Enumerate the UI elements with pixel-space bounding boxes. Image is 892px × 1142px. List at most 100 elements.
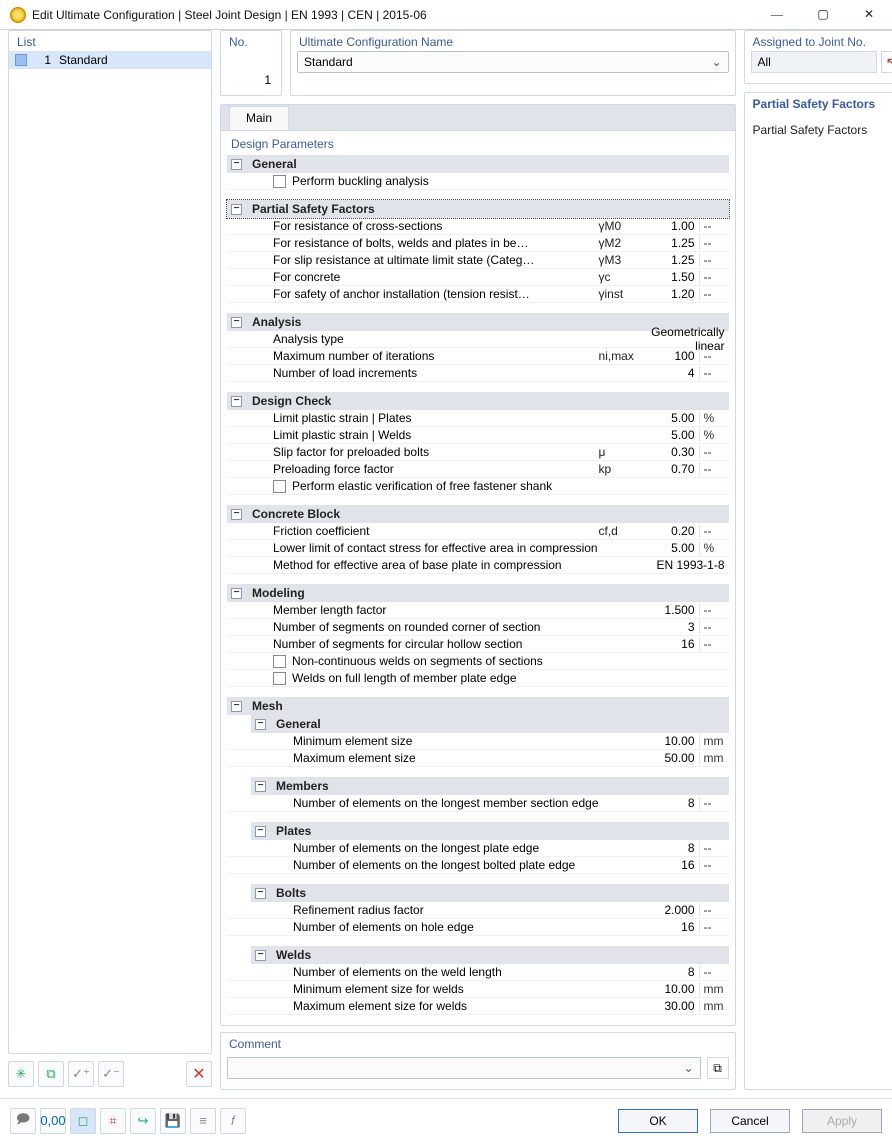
row-fulllength-welds[interactable]: Welds on full length of member plate edg…: [227, 670, 729, 687]
units-button[interactable]: 0,00: [40, 1108, 66, 1134]
subgroup-mesh-members[interactable]: −Members: [251, 777, 729, 795]
tool-4-button[interactable]: ⌗: [100, 1108, 126, 1134]
minimize-button[interactable]: —: [754, 0, 800, 29]
param-row[interactable]: Number of elements on the weld length8--: [227, 964, 729, 981]
param-row[interactable]: Number of segments on rounded corner of …: [227, 619, 729, 636]
param-row[interactable]: Number of elements on the longest plate …: [227, 840, 729, 857]
chevron-down-icon: ⌄: [711, 55, 721, 69]
assigned-input[interactable]: All: [751, 51, 877, 73]
tool-5-button[interactable]: ↪: [130, 1108, 156, 1134]
checkbox[interactable]: [273, 175, 286, 188]
bottom-bar: 🗩 0,00 ◻ ⌗ ↪ 💾 ≡ 𝑓 OK Cancel Apply: [0, 1098, 892, 1142]
group-safety-factors[interactable]: −Partial Safety Factors: [227, 200, 729, 218]
param-row[interactable]: Number of elements on the longest member…: [227, 795, 729, 812]
subgroup-mesh-bolts[interactable]: −Bolts: [251, 884, 729, 902]
collapse-icon[interactable]: −: [255, 950, 266, 961]
param-row[interactable]: Member length factor1.500--: [227, 602, 729, 619]
checkbox[interactable]: [273, 655, 286, 668]
list-item-name: Standard: [59, 53, 108, 67]
param-row[interactable]: Analysis typeGeometrically linear: [227, 331, 729, 348]
cancel-button[interactable]: Cancel: [710, 1109, 790, 1133]
name-panel: Ultimate Configuration Name Standard ⌄: [290, 30, 736, 96]
title-bar: Edit Ultimate Configuration | Steel Join…: [0, 0, 892, 30]
apply-button[interactable]: Apply: [802, 1109, 882, 1133]
name-combo[interactable]: Standard ⌄: [297, 51, 729, 73]
param-row[interactable]: Refinement radius factor2.000--: [227, 902, 729, 919]
param-row[interactable]: Friction coefficientcf,d0.20--: [227, 523, 729, 540]
collapse-icon[interactable]: −: [231, 701, 242, 712]
param-row[interactable]: Method for effective area of base plate …: [227, 557, 729, 574]
list-color-icon: [15, 54, 27, 66]
comment-combo[interactable]: ⌄: [227, 1057, 701, 1079]
param-row[interactable]: Maximum element size50.00mm: [227, 750, 729, 767]
param-row[interactable]: For concreteγc1.50--: [227, 269, 729, 286]
row-elastic-check[interactable]: Perform elastic verification of free fas…: [227, 478, 729, 495]
ok-button[interactable]: OK: [618, 1109, 698, 1133]
collapse-icon[interactable]: −: [255, 888, 266, 899]
group-designcheck[interactable]: −Design Check: [227, 392, 729, 410]
collapse-icon[interactable]: −: [231, 204, 242, 215]
group-modeling[interactable]: −Modeling: [227, 584, 729, 602]
collapse-icon[interactable]: −: [231, 159, 242, 170]
subgroup-mesh-general[interactable]: −General: [251, 715, 729, 733]
param-row[interactable]: Number of segments for circular hollow s…: [227, 636, 729, 653]
param-row[interactable]: Lower limit of contact stress for effect…: [227, 540, 729, 557]
param-row[interactable]: Preloading force factorkp0.70--: [227, 461, 729, 478]
tool-6-button[interactable]: 💾: [160, 1108, 186, 1134]
delete-item-button[interactable]: ✕: [186, 1061, 212, 1087]
param-row[interactable]: For slip resistance at ultimate limit st…: [227, 252, 729, 269]
check-in-button[interactable]: ✓⁺: [68, 1061, 94, 1087]
collapse-icon[interactable]: −: [231, 396, 242, 407]
tab-bar: Main: [221, 105, 735, 131]
collapse-icon[interactable]: −: [231, 509, 242, 520]
number-panel: No. 1: [220, 30, 282, 96]
tool-8-button[interactable]: 𝑓: [220, 1108, 246, 1134]
list-item[interactable]: 1 Standard: [9, 51, 211, 69]
tab-main[interactable]: Main: [229, 106, 289, 130]
comment-copy-button[interactable]: ⧉: [707, 1057, 729, 1079]
tool-1-button[interactable]: 🗩: [10, 1108, 36, 1134]
check-out-button[interactable]: ✓⁻: [98, 1061, 124, 1087]
collapse-icon[interactable]: −: [231, 588, 242, 599]
checkbox[interactable]: [273, 672, 286, 685]
list-item-index: 1: [35, 53, 51, 67]
param-row[interactable]: Limit plastic strain | Welds5.00%: [227, 427, 729, 444]
group-concrete[interactable]: −Concrete Block: [227, 505, 729, 523]
copy-item-button[interactable]: ⧉: [38, 1061, 64, 1087]
param-row[interactable]: Maximum element size for welds30.00mm: [227, 998, 729, 1015]
tool-7-button[interactable]: ≡: [190, 1108, 216, 1134]
collapse-icon[interactable]: −: [255, 719, 266, 730]
number-label: No.: [221, 31, 281, 51]
checkbox[interactable]: [273, 480, 286, 493]
param-row[interactable]: Slip factor for preloaded boltsμ0.30--: [227, 444, 729, 461]
param-row[interactable]: Number of elements on hole edge16--: [227, 919, 729, 936]
subgroup-mesh-welds[interactable]: −Welds: [251, 946, 729, 964]
param-row[interactable]: For safety of anchor installation (tensi…: [227, 286, 729, 303]
number-value[interactable]: 1: [227, 71, 275, 89]
pick-joint-button[interactable]: ↖: [881, 51, 892, 73]
tool-3-button[interactable]: ◻: [70, 1108, 96, 1134]
param-row[interactable]: For resistance of cross-sectionsγM01.00-…: [227, 218, 729, 235]
group-mesh[interactable]: −Mesh: [227, 697, 729, 715]
subgroup-mesh-plates[interactable]: −Plates: [251, 822, 729, 840]
collapse-icon[interactable]: −: [255, 826, 266, 837]
close-button[interactable]: ✕: [846, 0, 892, 29]
param-row[interactable]: For resistance of bolts, welds and plate…: [227, 235, 729, 252]
param-row[interactable]: Number of elements on the longest bolted…: [227, 857, 729, 874]
collapse-icon[interactable]: −: [255, 781, 266, 792]
maximize-button[interactable]: ▢: [800, 0, 846, 29]
group-general[interactable]: −General: [227, 155, 729, 173]
param-row[interactable]: Maximum number of iterationsni,max100--: [227, 348, 729, 365]
collapse-icon[interactable]: −: [231, 317, 242, 328]
chevron-down-icon: ⌄: [683, 1061, 693, 1075]
new-item-button[interactable]: ✳: [8, 1061, 34, 1087]
row-noncont-welds[interactable]: Non-continuous welds on segments of sect…: [227, 653, 729, 670]
param-row[interactable]: Minimum element size for welds10.00mm: [227, 981, 729, 998]
assigned-panel: Assigned to Joint No. All ↖: [744, 30, 892, 84]
app-icon: [10, 7, 26, 23]
param-row[interactable]: Number of load increments4--: [227, 365, 729, 382]
param-row[interactable]: Minimum element size10.00mm: [227, 733, 729, 750]
row-buckling[interactable]: Perform buckling analysis: [227, 173, 729, 190]
list-header: List: [9, 31, 211, 51]
param-row[interactable]: Limit plastic strain | Plates5.00%: [227, 410, 729, 427]
